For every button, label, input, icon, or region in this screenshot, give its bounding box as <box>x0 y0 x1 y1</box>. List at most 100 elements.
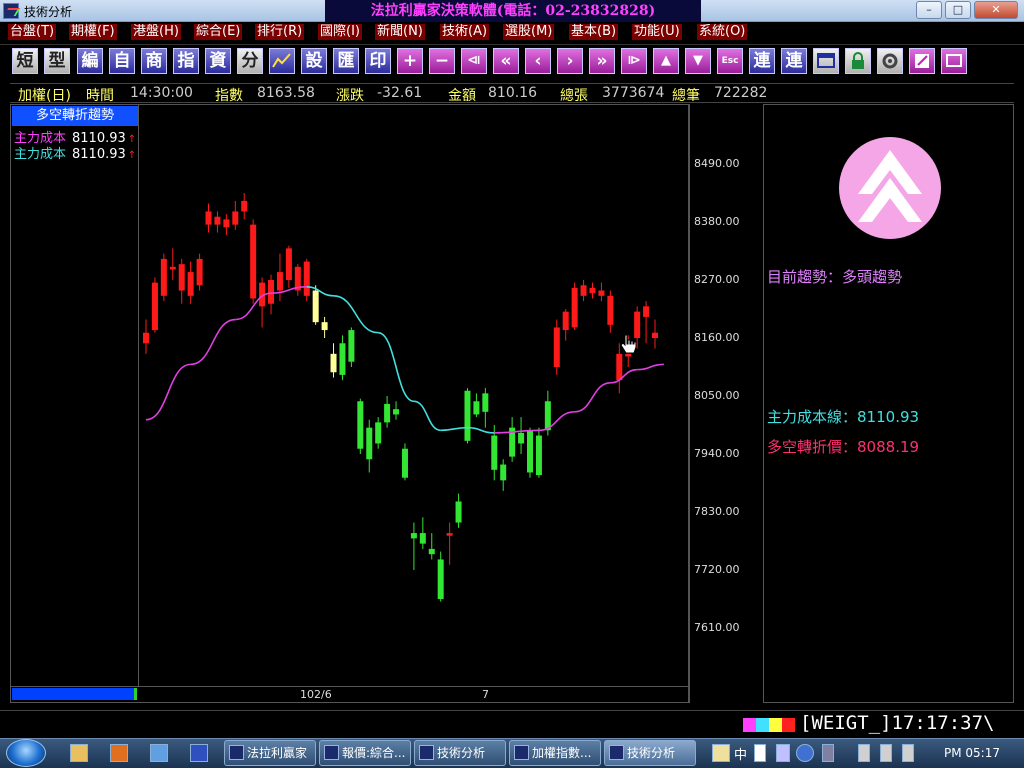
x-tick-label: 102/6 <box>300 688 332 701</box>
candle-body <box>214 216 221 225</box>
app-icon <box>324 745 339 760</box>
candle-body <box>330 353 337 373</box>
image-viewer-icon[interactable] <box>150 744 168 762</box>
candle-body <box>401 448 408 478</box>
app-icon <box>419 745 434 760</box>
candle-body <box>437 559 444 599</box>
half-width-icon[interactable] <box>754 744 766 762</box>
candle-body <box>196 258 203 286</box>
candle-body <box>428 548 435 555</box>
candle-body <box>223 219 230 228</box>
candle-body <box>419 533 426 544</box>
taskbar-button-label: 法拉利贏家 <box>247 746 308 760</box>
cost-line-segment <box>467 426 495 434</box>
cost-line-segment <box>538 411 575 432</box>
candle-body <box>482 393 489 412</box>
turning-price-value: 8088.19 <box>857 438 920 456</box>
candle-body <box>500 464 507 481</box>
candle-body <box>178 264 185 291</box>
cost-line-segment <box>637 363 664 371</box>
taskbar-button-ferrari[interactable]: 法拉利贏家 <box>224 740 316 766</box>
candle-body <box>598 290 605 296</box>
media-player-icon[interactable] <box>110 744 128 762</box>
word-icon[interactable] <box>190 744 208 762</box>
candle-body <box>160 258 167 296</box>
candle-body <box>491 435 498 470</box>
hand-cursor-icon <box>620 334 637 354</box>
chart-scrollbar[interactable] <box>12 688 135 700</box>
app-icon <box>514 745 529 760</box>
candle-body <box>643 306 650 317</box>
candle-body <box>143 332 149 344</box>
keyboard-icon[interactable] <box>776 744 790 762</box>
bullish-trend-icon <box>838 136 942 240</box>
options-icon[interactable] <box>822 744 834 762</box>
taskbar-button-label: 技術分析 <box>627 746 676 760</box>
cost-line-segment <box>574 382 611 413</box>
candle-body <box>250 224 257 299</box>
y-tick-label: 8050.00 <box>694 389 740 402</box>
candle-body <box>169 266 176 270</box>
y-tick-label: 8490.00 <box>694 157 740 170</box>
cost-line-segment <box>610 368 638 384</box>
candle-body <box>455 501 462 523</box>
help-icon[interactable] <box>796 744 814 762</box>
candle-body <box>571 287 578 328</box>
candle-body <box>366 427 373 460</box>
y-tick-label: 7940.00 <box>694 447 740 460</box>
tray-flag-icon[interactable] <box>858 744 870 762</box>
cost-line-segment <box>377 331 415 403</box>
candle-body <box>321 322 328 331</box>
candle-body <box>312 290 319 323</box>
cost-line-segment <box>413 400 441 432</box>
cost-line-segment <box>333 295 379 334</box>
candle-body <box>553 327 560 367</box>
status-color-legend <box>743 717 797 732</box>
double-up-arrow-icon <box>838 136 942 240</box>
candle-body <box>393 409 400 415</box>
status-color-swatch <box>782 718 795 732</box>
taskbar-button-label: 加權指數... <box>532 746 592 760</box>
chart-scrollbar-thumb[interactable] <box>134 688 137 700</box>
taskbar-clock[interactable]: PM 05:17 <box>944 746 1000 760</box>
network-icon[interactable] <box>880 744 892 762</box>
y-tick-label: 7830.00 <box>694 505 740 518</box>
taskbar-button-label: 技術分析 <box>437 746 486 760</box>
candle-body <box>268 280 275 304</box>
candle-body <box>232 211 239 225</box>
turning-price-label: 多空轉折價： <box>767 438 858 456</box>
ime-icon[interactable] <box>712 744 730 762</box>
candle-body <box>518 432 525 444</box>
y-tick-label: 8380.00 <box>694 215 740 228</box>
candle-body <box>303 261 310 296</box>
candle-body <box>473 401 480 415</box>
candle-body <box>464 390 471 441</box>
start-button-icon[interactable] <box>6 739 46 767</box>
candle-body <box>589 287 596 294</box>
taskbar-button-quotes[interactable]: 報價:綜合... <box>319 740 411 766</box>
y-tick-label: 7720.00 <box>694 563 740 576</box>
volume-icon[interactable] <box>902 744 914 762</box>
candle-body <box>410 533 417 539</box>
app-window: 技術分析 法拉利贏家決策軟體(電話：02-23832828) – □ ✕ 台盤(… <box>0 0 1024 768</box>
main-cost-line: 主力成本線：8110.93 <box>767 406 919 427</box>
candle-body <box>580 285 587 296</box>
status-clock: [WEIGT_]17:17:37\ <box>800 712 995 734</box>
taskbar-button-tech1[interactable]: 技術分析 <box>414 740 506 766</box>
input-method-indicator[interactable]: 中 <box>734 744 747 763</box>
cost-line-segment <box>145 363 191 421</box>
status-color-swatch <box>743 718 756 732</box>
cost-line-segment <box>306 286 334 297</box>
main-cost-value: 8110.93 <box>857 408 920 426</box>
candle-body <box>276 272 283 291</box>
candle-body <box>348 330 355 362</box>
candle-body <box>562 311 569 331</box>
folder-icon[interactable] <box>70 744 88 762</box>
candle-body <box>607 295 614 325</box>
cost-line-segment <box>440 426 468 432</box>
y-tick-label: 7610.00 <box>694 621 740 634</box>
turning-price-line: 多空轉折價：8088.19 <box>767 436 919 457</box>
taskbar-button-weighted[interactable]: 加權指數... <box>509 740 601 766</box>
candle-body <box>205 211 212 225</box>
taskbar-button-tech2[interactable]: 技術分析 <box>604 740 696 766</box>
